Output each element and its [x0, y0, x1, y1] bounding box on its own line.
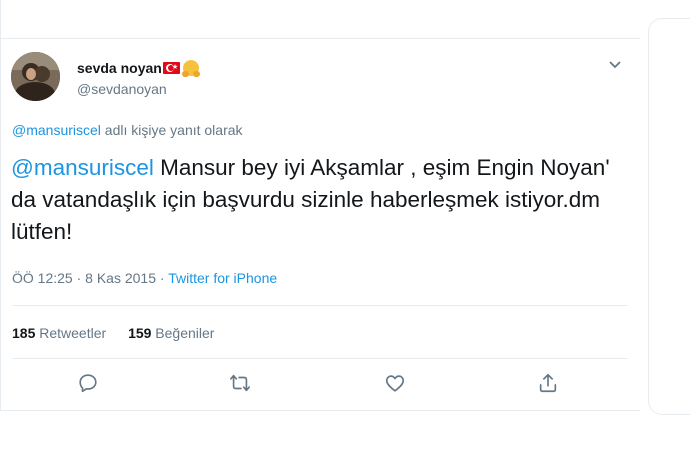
- tweet-stats: 185 Retweetler 159 Beğeniler: [12, 325, 214, 341]
- retweets-label: Retweetler: [35, 325, 107, 341]
- display-name[interactable]: sevda noyan: [77, 60, 162, 76]
- retweets-stat[interactable]: 185 Retweetler: [12, 325, 106, 341]
- likes-stat[interactable]: 159 Beğeniler: [128, 325, 214, 341]
- user-handle[interactable]: @sevdanoyan: [77, 81, 199, 97]
- avatar-image: [11, 52, 60, 101]
- tweet-mention-link[interactable]: @mansuriscel: [11, 155, 154, 180]
- tweet-date[interactable]: 8 Kas 2015: [85, 270, 156, 286]
- reply-mention-link[interactable]: @mansuriscel: [12, 122, 101, 138]
- chevron-down-icon[interactable]: [609, 58, 621, 72]
- meta-separator: ·: [156, 270, 169, 286]
- right-side-panel: [648, 18, 690, 415]
- tweet-source-link[interactable]: Twitter for iPhone: [168, 270, 277, 286]
- retweet-icon[interactable]: [229, 372, 253, 396]
- retweets-count: 185: [12, 325, 36, 341]
- tweet-meta: ÖÖ 12:25 · 8 Kas 2015 · Twitter for iPho…: [12, 270, 277, 286]
- share-icon[interactable]: [537, 372, 561, 396]
- divider: [12, 358, 628, 359]
- like-icon[interactable]: [384, 372, 408, 396]
- meta-separator: ·: [72, 270, 86, 286]
- hugging-face-icon: [181, 59, 200, 77]
- tweet-text: @mansuriscel Mansur bey iyi Akşamlar , e…: [11, 152, 631, 248]
- avatar[interactable]: [11, 52, 60, 101]
- turkey-flag-icon: ★: [162, 61, 180, 74]
- user-info: sevda noyan ★ @sevdanoyan: [77, 59, 200, 97]
- reply-context: @mansuriscel adlı kişiye yanıt olarak: [12, 122, 243, 138]
- tweet-card: sevda noyan ★ @sevdanoyan @mansuriscel ad…: [0, 0, 640, 411]
- divider: [12, 305, 628, 306]
- likes-count: 159: [128, 325, 152, 341]
- reply-suffix: adlı kişiye yanıt olarak: [100, 122, 243, 138]
- tweet-time[interactable]: ÖÖ 12:25: [12, 270, 73, 286]
- top-divider: [0, 38, 640, 39]
- likes-label: Beğeniler: [151, 325, 215, 341]
- reply-icon[interactable]: [77, 372, 101, 396]
